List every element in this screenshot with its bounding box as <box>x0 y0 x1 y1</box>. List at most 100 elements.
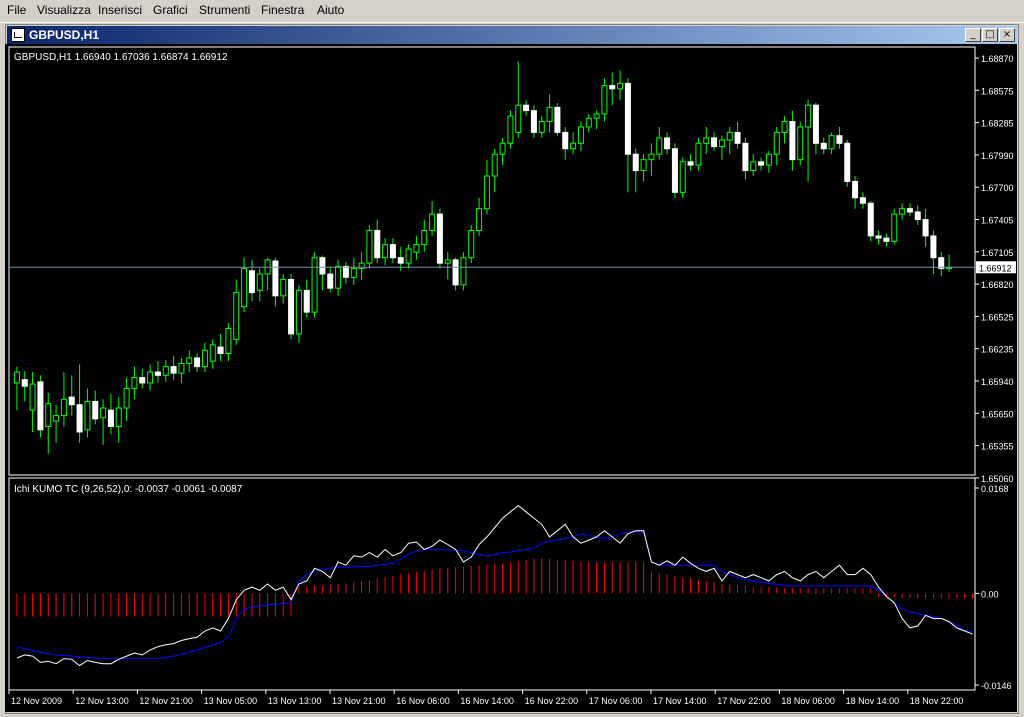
chart-area[interactable]: 1.66912 1.68870 1.68575 1.68285 1.67990 1.67… <box>5 44 1017 712</box>
candle-body <box>726 131 733 141</box>
menu-finestra[interactable]: Finestra <box>261 3 304 17</box>
candle-body <box>248 270 255 294</box>
candle-body <box>852 180 859 199</box>
candle-body <box>530 110 537 133</box>
candle-body <box>820 142 827 150</box>
chart-window-icon <box>11 28 25 42</box>
candle-body <box>37 381 44 431</box>
candle-body <box>836 135 843 144</box>
candle-body <box>789 121 796 161</box>
indicator-panel-info: Ichi KUMO TC (9,26,52),0: -0.0037 -0.006… <box>14 484 243 495</box>
candle-body <box>123 387 130 409</box>
price-label: 1.65355 <box>981 442 1014 452</box>
indicator-label: 0.0168 <box>981 484 1009 494</box>
candle-body <box>656 137 663 155</box>
indicator-blue-line <box>16 531 973 660</box>
close-button[interactable]: × <box>999 28 1015 42</box>
menu-grafici[interactable]: Grafici <box>153 3 188 17</box>
candle-body <box>225 327 232 355</box>
time-label: 12 Nov 2009 <box>11 696 62 706</box>
candle-body <box>374 229 381 259</box>
candle-body <box>695 142 702 166</box>
time-label: 18 Nov 22:00 <box>910 696 964 706</box>
menu-aiuto[interactable]: Aiuto <box>317 3 344 17</box>
price-label: 1.65060 <box>981 474 1014 484</box>
candle-body <box>436 213 443 264</box>
candle-body <box>546 106 553 123</box>
candle-body <box>859 197 866 204</box>
candle-body <box>209 344 216 362</box>
candle-body <box>311 257 318 313</box>
candle-body <box>397 257 404 264</box>
menu-inserisci[interactable]: Inserisci <box>98 3 142 17</box>
candle-body <box>342 265 349 278</box>
candle-body <box>703 137 710 144</box>
candle-body <box>773 131 780 155</box>
price-label: 1.68870 <box>981 54 1014 64</box>
candle-body <box>476 208 483 231</box>
candle-body <box>867 202 874 237</box>
candle-body <box>828 135 835 150</box>
candle-body <box>640 159 647 172</box>
candle-body <box>538 121 545 133</box>
time-label: 18 Nov 06:00 <box>781 696 835 706</box>
candles-group <box>13 61 953 454</box>
window-titlebar[interactable]: GBPUSD,H1 _ □ × <box>7 26 1017 45</box>
candle-body <box>233 292 240 340</box>
candle-body <box>45 403 52 428</box>
candle-body <box>201 349 208 368</box>
candle-body <box>491 153 498 177</box>
candle-body <box>499 142 506 155</box>
candle-body <box>100 407 107 419</box>
candle-body <box>577 126 584 144</box>
price-panel-info: GBPUSD,H1 1.66940 1.67036 1.66874 1.6691… <box>14 52 228 63</box>
candle-body <box>178 362 185 374</box>
candle-body <box>507 115 514 144</box>
candle-body <box>585 117 592 128</box>
indicator-label: 0.00 <box>981 589 999 599</box>
candle-body <box>617 82 624 90</box>
time-label: 17 Nov 06:00 <box>589 696 643 706</box>
price-label: 1.65940 <box>981 377 1014 387</box>
candle-body <box>718 139 725 148</box>
candle-body <box>609 85 616 90</box>
candle-body <box>186 357 193 364</box>
candle-body <box>413 244 420 253</box>
price-label: 1.65650 <box>981 409 1014 419</box>
price-label: 1.67990 <box>981 151 1014 161</box>
price-label: 1.66235 <box>981 345 1014 355</box>
candle-body <box>624 82 631 155</box>
candle-body <box>687 161 694 166</box>
candle-body <box>170 366 177 374</box>
price-label: 1.67405 <box>981 216 1014 226</box>
candle-body <box>930 235 937 259</box>
candle-body <box>295 289 302 335</box>
time-label: 16 Nov 22:00 <box>525 696 579 706</box>
candle-body <box>241 268 248 308</box>
minimize-button[interactable]: _ <box>965 28 981 42</box>
candle-body <box>76 404 83 433</box>
time-label: 17 Nov 14:00 <box>653 696 707 706</box>
menu-file[interactable]: File <box>7 3 26 17</box>
chart-canvas[interactable]: 1.66912 1.68870 1.68575 1.68285 1.67990 1.67… <box>5 44 1017 712</box>
time-label: 18 Nov 14:00 <box>846 696 900 706</box>
restore-button[interactable]: □ <box>982 28 998 42</box>
menu-visualizza[interactable]: Visualizza <box>37 3 91 17</box>
bid-line-group: 1.66912 <box>9 261 1016 274</box>
candle-body <box>256 273 263 291</box>
menu-strumenti[interactable]: Strumenti <box>199 3 250 17</box>
candle-body <box>805 104 812 128</box>
candle-body <box>303 289 310 313</box>
candle-body <box>554 106 561 133</box>
candle-body <box>429 213 436 231</box>
candle-body <box>405 248 412 264</box>
candle-body <box>899 208 906 215</box>
indicator-axis: 0.0168 0.00 -0.0146 <box>975 484 1012 691</box>
candle-body <box>922 219 929 237</box>
candle-body <box>460 257 467 286</box>
candle-body <box>812 104 819 144</box>
time-label: 13 Nov 21:00 <box>332 696 386 706</box>
candle-body <box>593 113 600 119</box>
candle-body <box>570 142 577 150</box>
candle-body <box>53 415 60 422</box>
